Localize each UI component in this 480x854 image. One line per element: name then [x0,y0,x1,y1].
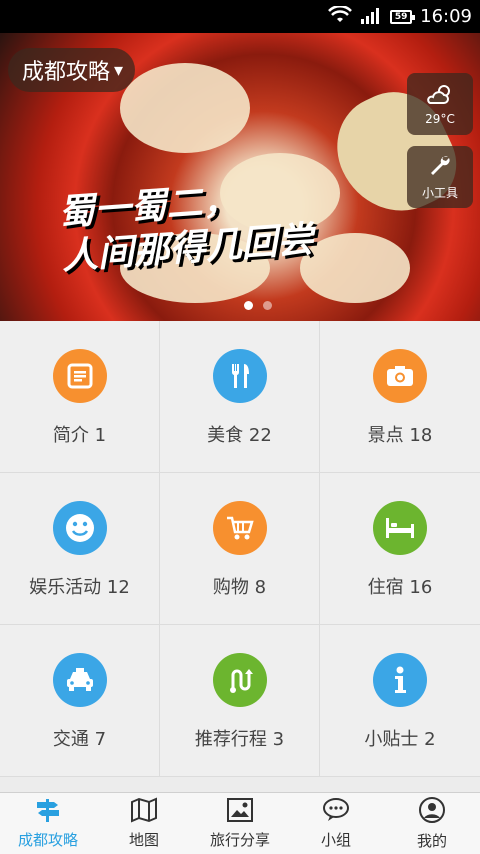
tab-label: 旅行分享 [209,831,270,849]
category-sights[interactable]: 景点 18 [320,321,480,473]
taxi-icon [52,653,107,707]
map-icon [130,797,158,827]
category-lodging[interactable]: 住宿 16 [320,473,480,625]
category-label: 购物 8 [212,577,267,598]
info-icon [373,653,427,707]
category-label: 娱乐活动 12 [29,577,130,598]
category-itinerary[interactable]: 推荐行程 3 [160,625,320,777]
category-grid: 简介 1 美食 22 景点 18 娱乐活动 12 购物 8 住宿 16 交通 7… [0,321,480,777]
tab-group[interactable]: 小组 [288,793,384,854]
tools-button[interactable]: 小工具 [407,146,473,208]
tab-travel-share[interactable]: 旅行分享 [192,793,288,854]
chat-icon [322,797,350,827]
category-entertainment[interactable]: 娱乐活动 12 [0,473,160,625]
category-label: 小贴士 2 [364,729,436,750]
carousel-dot[interactable] [244,301,253,310]
category-tips[interactable]: 小贴士 2 [320,625,480,777]
document-icon [52,349,107,403]
status-bar: 59 16:09 [0,0,480,33]
weather-button[interactable]: 29°C [407,73,473,135]
chevron-down-icon: ▾ [114,59,124,81]
fork-knife-icon [212,349,267,403]
partly-cloudy-icon [426,83,454,108]
cart-icon [212,501,267,555]
tab-city-guide[interactable]: 成都攻略 [0,793,96,854]
wrench-icon [428,153,452,180]
signal-icon [360,6,382,28]
wifi-icon [328,4,353,28]
profile-icon [418,796,446,828]
category-label: 简介 1 [52,425,107,446]
carousel-indicator [244,301,272,310]
category-intro[interactable]: 简介 1 [0,321,160,473]
city-selector-button[interactable]: 成都攻略 ▾ [8,48,136,92]
smiley-icon [52,501,107,555]
tools-label: 小工具 [421,186,458,200]
category-label: 住宿 16 [367,577,433,598]
tab-label: 小组 [320,831,351,849]
category-label: 交通 7 [52,729,107,750]
tab-label: 成都攻略 [17,831,78,849]
carousel-dot[interactable] [263,301,272,310]
category-label: 推荐行程 3 [194,729,285,750]
banner-slogan: 蜀一蜀二， 人间那得几回尝 [57,174,315,279]
category-shopping[interactable]: 购物 8 [160,473,320,625]
clock: 16:09 [420,6,472,27]
camera-icon [373,349,427,403]
category-food[interactable]: 美食 22 [160,321,320,473]
tab-map[interactable]: 地图 [96,793,192,854]
battery-icon: 59 [390,9,416,24]
picture-icon [226,797,254,827]
route-icon [212,653,267,707]
tab-me[interactable]: 我的 [384,793,480,854]
tab-label: 地图 [128,831,159,849]
category-transport[interactable]: 交通 7 [0,625,160,777]
signpost-icon [33,797,63,827]
weather-temp: 29°C [425,111,455,126]
bed-icon [373,501,427,555]
tab-label: 我的 [416,832,447,850]
category-label: 景点 18 [367,425,433,446]
bottom-tab-bar: 成都攻略 地图 旅行分享 小组 我的 [0,792,480,854]
category-label: 美食 22 [207,425,272,446]
city-selector-label: 成都攻略 [22,60,111,85]
